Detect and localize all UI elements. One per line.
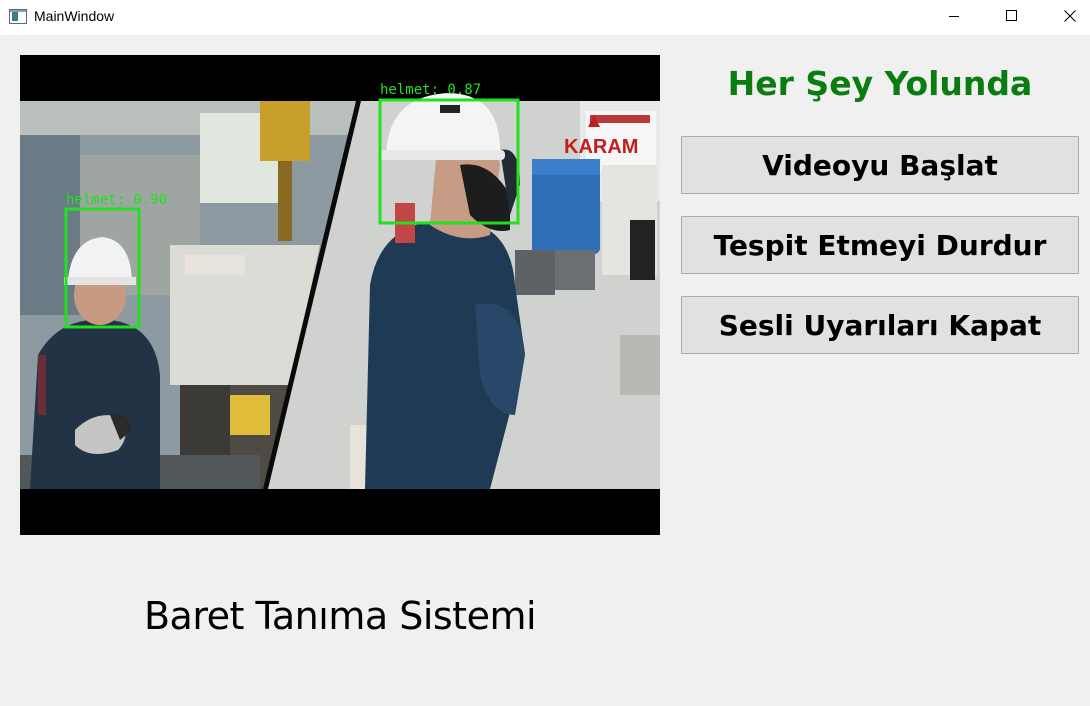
window-title: MainWindow <box>34 8 115 24</box>
detection-label-1: helmet: 0.90 <box>66 192 167 208</box>
video-feed: KARAM helmet: 0.90 helmet: 0.87 <box>20 55 660 535</box>
detection-label-2: helmet: 0.87 <box>380 82 481 98</box>
status-label: Her Şey Yolunda <box>727 64 1033 103</box>
minimize-icon <box>949 16 959 17</box>
stop-detection-button[interactable]: Tespit Etmeyi Durdur <box>681 216 1079 274</box>
title-bar: MainWindow <box>0 0 1090 35</box>
mute-alerts-button[interactable]: Sesli Uyarıları Kapat <box>681 296 1079 354</box>
minimize-button[interactable] <box>925 0 983 32</box>
video-frame-image: KARAM helmet: 0.90 helmet: 0.87 <box>20 55 660 535</box>
start-video-button[interactable]: Videoyu Başlat <box>681 136 1079 194</box>
maximize-button[interactable] <box>983 0 1041 32</box>
maximize-icon <box>1006 10 1017 21</box>
system-title: Baret Tanıma Sistemi <box>143 594 537 638</box>
close-icon <box>1064 10 1076 22</box>
app-window-icon <box>9 9 27 24</box>
karam-sign: KARAM <box>564 136 638 158</box>
close-button[interactable] <box>1041 0 1090 32</box>
